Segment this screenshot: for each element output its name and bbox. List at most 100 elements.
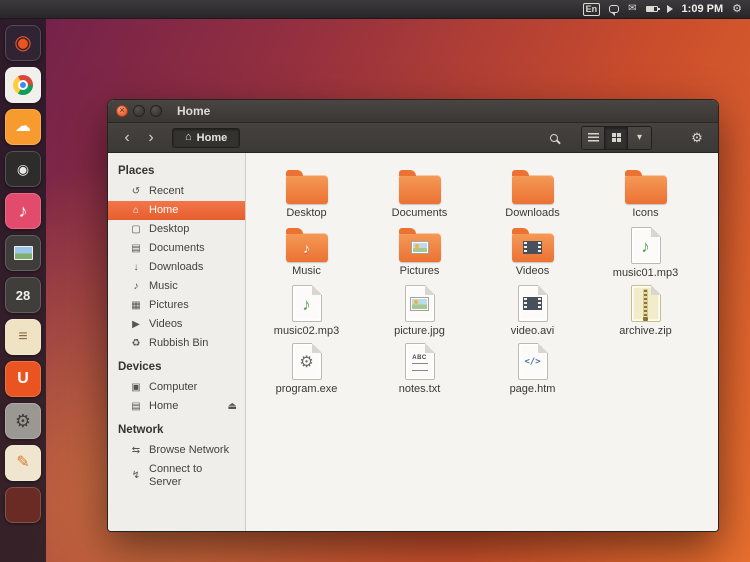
breadcrumb-home[interactable]: ⌂ Home — [172, 128, 240, 148]
sidebar-item-network-connect-to-server[interactable]: ↯Connect to Server — [108, 460, 245, 492]
list-view-button[interactable] — [582, 127, 605, 149]
sidebar-item-label: Recent — [149, 185, 184, 198]
photos-icon — [14, 246, 33, 260]
file-item-desktop[interactable]: Desktop — [250, 167, 363, 225]
folder-icon — [625, 175, 667, 204]
file-item-pictures[interactable]: Pictures — [363, 225, 476, 283]
keyboard-indicator[interactable]: En — [583, 3, 601, 16]
sidebar-item-places-documents[interactable]: ▤Documents — [108, 239, 245, 258]
file-icon — [518, 285, 548, 322]
system-tray: En ✉ 1:09 PM ⚙ — [583, 0, 742, 18]
file-item-music[interactable]: ♪Music — [250, 225, 363, 283]
menu-gear-button[interactable]: ⚙ — [686, 127, 708, 149]
film-emblem — [523, 297, 542, 310]
sidebar-item-places-music[interactable]: ♪Music — [108, 277, 245, 296]
sidebar-item-label: Connect to Server — [149, 463, 237, 489]
file-item-icons[interactable]: Icons — [589, 167, 702, 225]
mail-icon[interactable]: ✉ — [628, 4, 636, 14]
text-lines-emblem: ABC — [412, 355, 428, 371]
file-item-program-exe[interactable]: ⚙program.exe — [250, 341, 363, 399]
session-gear-icon[interactable]: ⚙ — [732, 4, 742, 15]
file-item-documents[interactable]: Documents — [363, 167, 476, 225]
launcher-settings[interactable]: ⚙ — [5, 403, 41, 439]
file-label: notes.txt — [399, 383, 441, 395]
file-item-downloads[interactable]: Downloads — [476, 167, 589, 225]
file-icon: ABC — [405, 343, 435, 380]
text-editor-icon: ✎ — [16, 455, 29, 471]
sidebar-item-label: Downloads — [149, 261, 203, 274]
file-item-music02-mp3[interactable]: ♪music02.mp3 — [250, 283, 363, 341]
launcher-ubuntu-one[interactable]: U — [5, 361, 41, 397]
sidebar-item-label: Browse Network — [149, 444, 229, 457]
clock[interactable]: 1:09 PM — [682, 3, 724, 15]
desktop-icon: ▢ — [130, 225, 142, 235]
sidebar-item-places-downloads[interactable]: ↓ Downloads — [108, 258, 245, 277]
folder-icon: ♪ — [286, 233, 328, 262]
file-label: Desktop — [286, 207, 326, 219]
forward-button[interactable]: › — [140, 127, 162, 149]
sidebar-item-label: Rubbish Bin — [149, 337, 208, 350]
file-icon: ⚙ — [292, 343, 322, 380]
launcher-calendar[interactable]: 28 — [5, 277, 41, 313]
launcher-text-editor[interactable]: ✎ — [5, 445, 41, 481]
search-button[interactable] — [543, 127, 565, 149]
launcher-camera[interactable]: ◉ — [5, 151, 41, 187]
list-view-icon — [588, 133, 599, 142]
close-button[interactable]: × — [116, 105, 128, 117]
file-item-archive-zip[interactable]: archive.zip — [589, 283, 702, 341]
downloads-icon: ↓ — [130, 263, 142, 273]
notes-icon: ≡ — [18, 329, 27, 345]
maximize-button[interactable] — [150, 105, 162, 117]
file-item-picture-jpg[interactable]: picture.jpg — [363, 283, 476, 341]
grid-view-button[interactable] — [605, 127, 628, 149]
sidebar-item-places-recent[interactable]: ↺Recent — [108, 182, 245, 201]
weather-icon: ☁ — [15, 119, 31, 135]
sidebar-item-label: Home — [149, 400, 178, 413]
sidebar-item-devices-home[interactable]: ▤Home⏏ — [108, 397, 245, 416]
breadcrumb-label: Home — [197, 132, 228, 144]
file-item-music01-mp3[interactable]: ♪music01.mp3 — [589, 225, 702, 283]
music-note-emblem: ♪ — [302, 296, 311, 313]
file-grid: Desktop DocumentsDownloadsIcons ♪MusicPict… — [246, 153, 718, 531]
launcher-photos[interactable] — [5, 235, 41, 271]
minimize-button[interactable] — [133, 105, 145, 117]
dash-icon: ◉ — [14, 33, 31, 53]
chat-icon[interactable] — [609, 5, 619, 13]
launcher-music[interactable]: ♪ — [5, 193, 41, 229]
folder-icon — [399, 175, 441, 204]
battery-icon[interactable] — [646, 6, 658, 12]
folder-icon — [512, 233, 554, 262]
sidebar-item-places-desktop[interactable]: ▢ Desktop — [108, 220, 245, 239]
sidebar-heading-places: Places — [108, 157, 245, 182]
sidebar-item-label: Desktop — [149, 223, 189, 236]
sidebar-item-places-videos[interactable]: ▶Videos — [108, 315, 245, 334]
videos-icon: ▶ — [130, 320, 142, 330]
file-item-notes-txt[interactable]: ABC notes.txt — [363, 341, 476, 399]
sidebar-item-network-browse-network[interactable]: ⇆ Browse Network — [108, 441, 245, 460]
sidebar-item-places-home[interactable]: ⌂Home — [108, 201, 245, 220]
view-options-button[interactable]: ▾ — [628, 127, 651, 149]
launcher-trash[interactable] — [5, 487, 41, 523]
sidebar-item-places-rubbish-bin[interactable]: ♻Rubbish Bin — [108, 334, 245, 353]
eject-icon[interactable]: ⏏ — [228, 402, 237, 412]
launcher-weather[interactable]: ☁ — [5, 109, 41, 145]
titlebar[interactable]: × Home — [108, 100, 718, 123]
file-label: video.avi — [511, 325, 554, 337]
volume-icon[interactable] — [667, 5, 673, 13]
gear-emblem: ⚙ — [299, 355, 313, 371]
sidebar-item-devices-computer[interactable]: ▣Computer — [108, 378, 245, 397]
file-item-page-htm[interactable]: </>page.htm — [476, 341, 589, 399]
launcher-notes[interactable]: ≡ — [5, 319, 41, 355]
code-emblem: </> — [524, 358, 540, 367]
file-item-videos[interactable]: Videos — [476, 225, 589, 283]
sidebar: Places↺Recent⌂Home ▢ Desktop ▤Documents ↓ Dow… — [108, 153, 246, 531]
back-button[interactable]: ‹ — [116, 127, 138, 149]
launcher-dash[interactable]: ◉ — [5, 25, 41, 61]
sidebar-item-places-pictures[interactable]: ▦Pictures — [108, 296, 245, 315]
file-item-video-avi[interactable]: video.avi — [476, 283, 589, 341]
chrome-icon — [13, 75, 33, 95]
computer-icon: ▣ — [130, 383, 142, 393]
network-icon: ⇆ — [130, 446, 142, 456]
ubuntu-one-icon: U — [17, 371, 29, 387]
launcher-chrome[interactable] — [5, 67, 41, 103]
